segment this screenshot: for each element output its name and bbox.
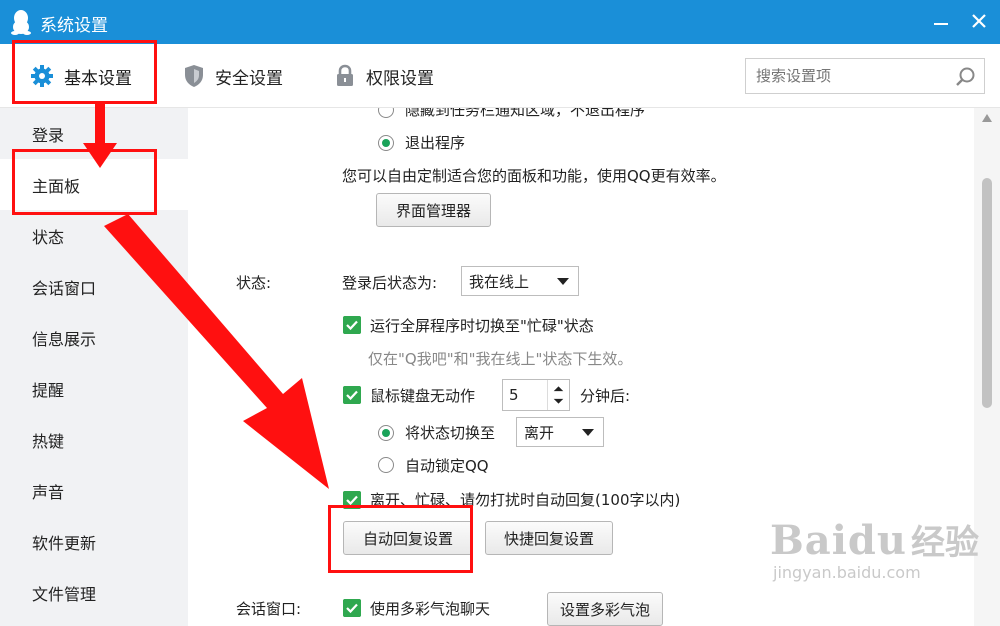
sidebar-item-label: 提醒: [32, 380, 65, 400]
after-login-status-select[interactable]: 我在线上: [461, 266, 579, 296]
sidebar-item-label: 文件管理: [32, 584, 97, 604]
after-login-status-value: 我在线上: [469, 272, 530, 291]
watermark-brand: Baidu: [770, 517, 907, 564]
sidebar-item-label: 会话窗口: [32, 278, 97, 298]
sidebar-item-label: 软件更新: [32, 533, 97, 553]
fullscreen-busy-label: 运行全屏程序时切换至"忙碌"状态: [370, 317, 594, 335]
sidebar-item-reminders[interactable]: 提醒: [0, 363, 188, 414]
tab-permission-settings[interactable]: 权限设置: [334, 44, 434, 108]
status-section-label: 状态:: [236, 274, 272, 292]
chevron-down-icon: [557, 278, 569, 285]
sidebar-item-status[interactable]: 状态: [0, 210, 188, 261]
sidebar-item-hotkeys[interactable]: 热键: [0, 414, 188, 465]
hide-to-tray-radio[interactable]: [378, 108, 394, 118]
fullscreen-busy-hint: 仅在"Q我吧"和"我在线上"状态下生效。: [368, 350, 633, 368]
sidebar-item-info-display[interactable]: 信息展示: [0, 312, 188, 363]
search-box[interactable]: [745, 58, 985, 94]
sidebar-item-software-update[interactable]: 软件更新: [0, 516, 188, 567]
colorful-bubble-label: 使用多彩气泡聊天: [370, 600, 491, 618]
close-icon[interactable]: [966, 8, 992, 34]
watermark-url: jingyan.baidu.com: [773, 563, 921, 582]
idle-switch-checkbox[interactable]: [343, 386, 361, 404]
panel-description: 您可以自由定制适合您的面板和功能，使用QQ更有效率。: [342, 167, 726, 185]
window-title: 系统设置: [40, 16, 108, 36]
auto-lock-label: 自动锁定QQ: [405, 457, 489, 475]
tab-security-settings-label: 安全设置: [215, 68, 283, 89]
chevron-down-icon: [582, 429, 594, 436]
sidebar-item-sound[interactable]: 声音: [0, 465, 188, 516]
annotation-box-main-panel: [12, 149, 157, 215]
sidebar-item-label: 状态: [32, 227, 65, 247]
baidu-watermark: Baidu 经验 jingyan.baidu.com: [770, 515, 979, 582]
sidebar-item-label: 热键: [32, 431, 65, 451]
sidebar-item-label: 信息展示: [32, 329, 97, 349]
stepper-arrows-icon[interactable]: [547, 380, 569, 410]
watermark-cn: 经验: [910, 523, 979, 563]
exit-program-radio[interactable]: [378, 135, 394, 151]
qq-penguin-icon: [11, 10, 31, 35]
idle-suffix-label: 分钟后:: [580, 387, 631, 405]
exit-program-label: 退出程序: [405, 134, 466, 152]
scroll-up-arrow-icon[interactable]: [982, 114, 992, 122]
ui-manager-button[interactable]: 界面管理器: [376, 193, 491, 227]
colorful-bubble-checkbox[interactable]: [343, 599, 361, 617]
colorful-bubble-settings-button[interactable]: 设置多彩气泡: [547, 592, 663, 626]
switch-status-value: 离开: [524, 423, 555, 442]
annotation-box-auto-reply: [328, 505, 473, 573]
auto-lock-radio[interactable]: [378, 457, 394, 473]
fullscreen-busy-checkbox[interactable]: [343, 316, 361, 334]
switch-status-radio[interactable]: [378, 425, 394, 441]
tab-permission-settings-label: 权限设置: [366, 68, 434, 89]
title-bar: 系统设置: [0, 0, 1000, 44]
after-login-status-label: 登录后状态为:: [342, 274, 438, 292]
lock-icon: [337, 64, 353, 86]
annotation-box-basic-settings: [12, 40, 157, 104]
quick-reply-settings-button[interactable]: 快捷回复设置: [485, 521, 613, 555]
idle-minutes-stepper[interactable]: 5: [502, 379, 570, 411]
idle-minutes-value: 5: [509, 386, 519, 404]
search-icon[interactable]: [954, 65, 978, 89]
tab-security-settings[interactable]: 安全设置: [183, 44, 283, 108]
sidebar-item-label: 声音: [32, 482, 65, 502]
sidebar-item-label: 登录: [32, 125, 65, 145]
hide-to-tray-label: 隐藏到任务栏通知区域，不退出程序: [405, 108, 646, 119]
chat-window-section-label: 会话窗口:: [236, 600, 302, 618]
switch-status-label: 将状态切换至: [405, 424, 496, 442]
scrollbar-thumb[interactable]: [982, 178, 992, 408]
search-input[interactable]: [746, 59, 946, 93]
switch-status-select[interactable]: 离开: [516, 417, 604, 447]
sidebar-item-file-management[interactable]: 文件管理: [0, 567, 188, 618]
sidebar-item-chat-window[interactable]: 会话窗口: [0, 261, 188, 312]
minimize-icon[interactable]: [928, 8, 954, 34]
idle-label: 鼠标键盘无动作: [370, 387, 476, 405]
shield-icon: [185, 65, 203, 87]
